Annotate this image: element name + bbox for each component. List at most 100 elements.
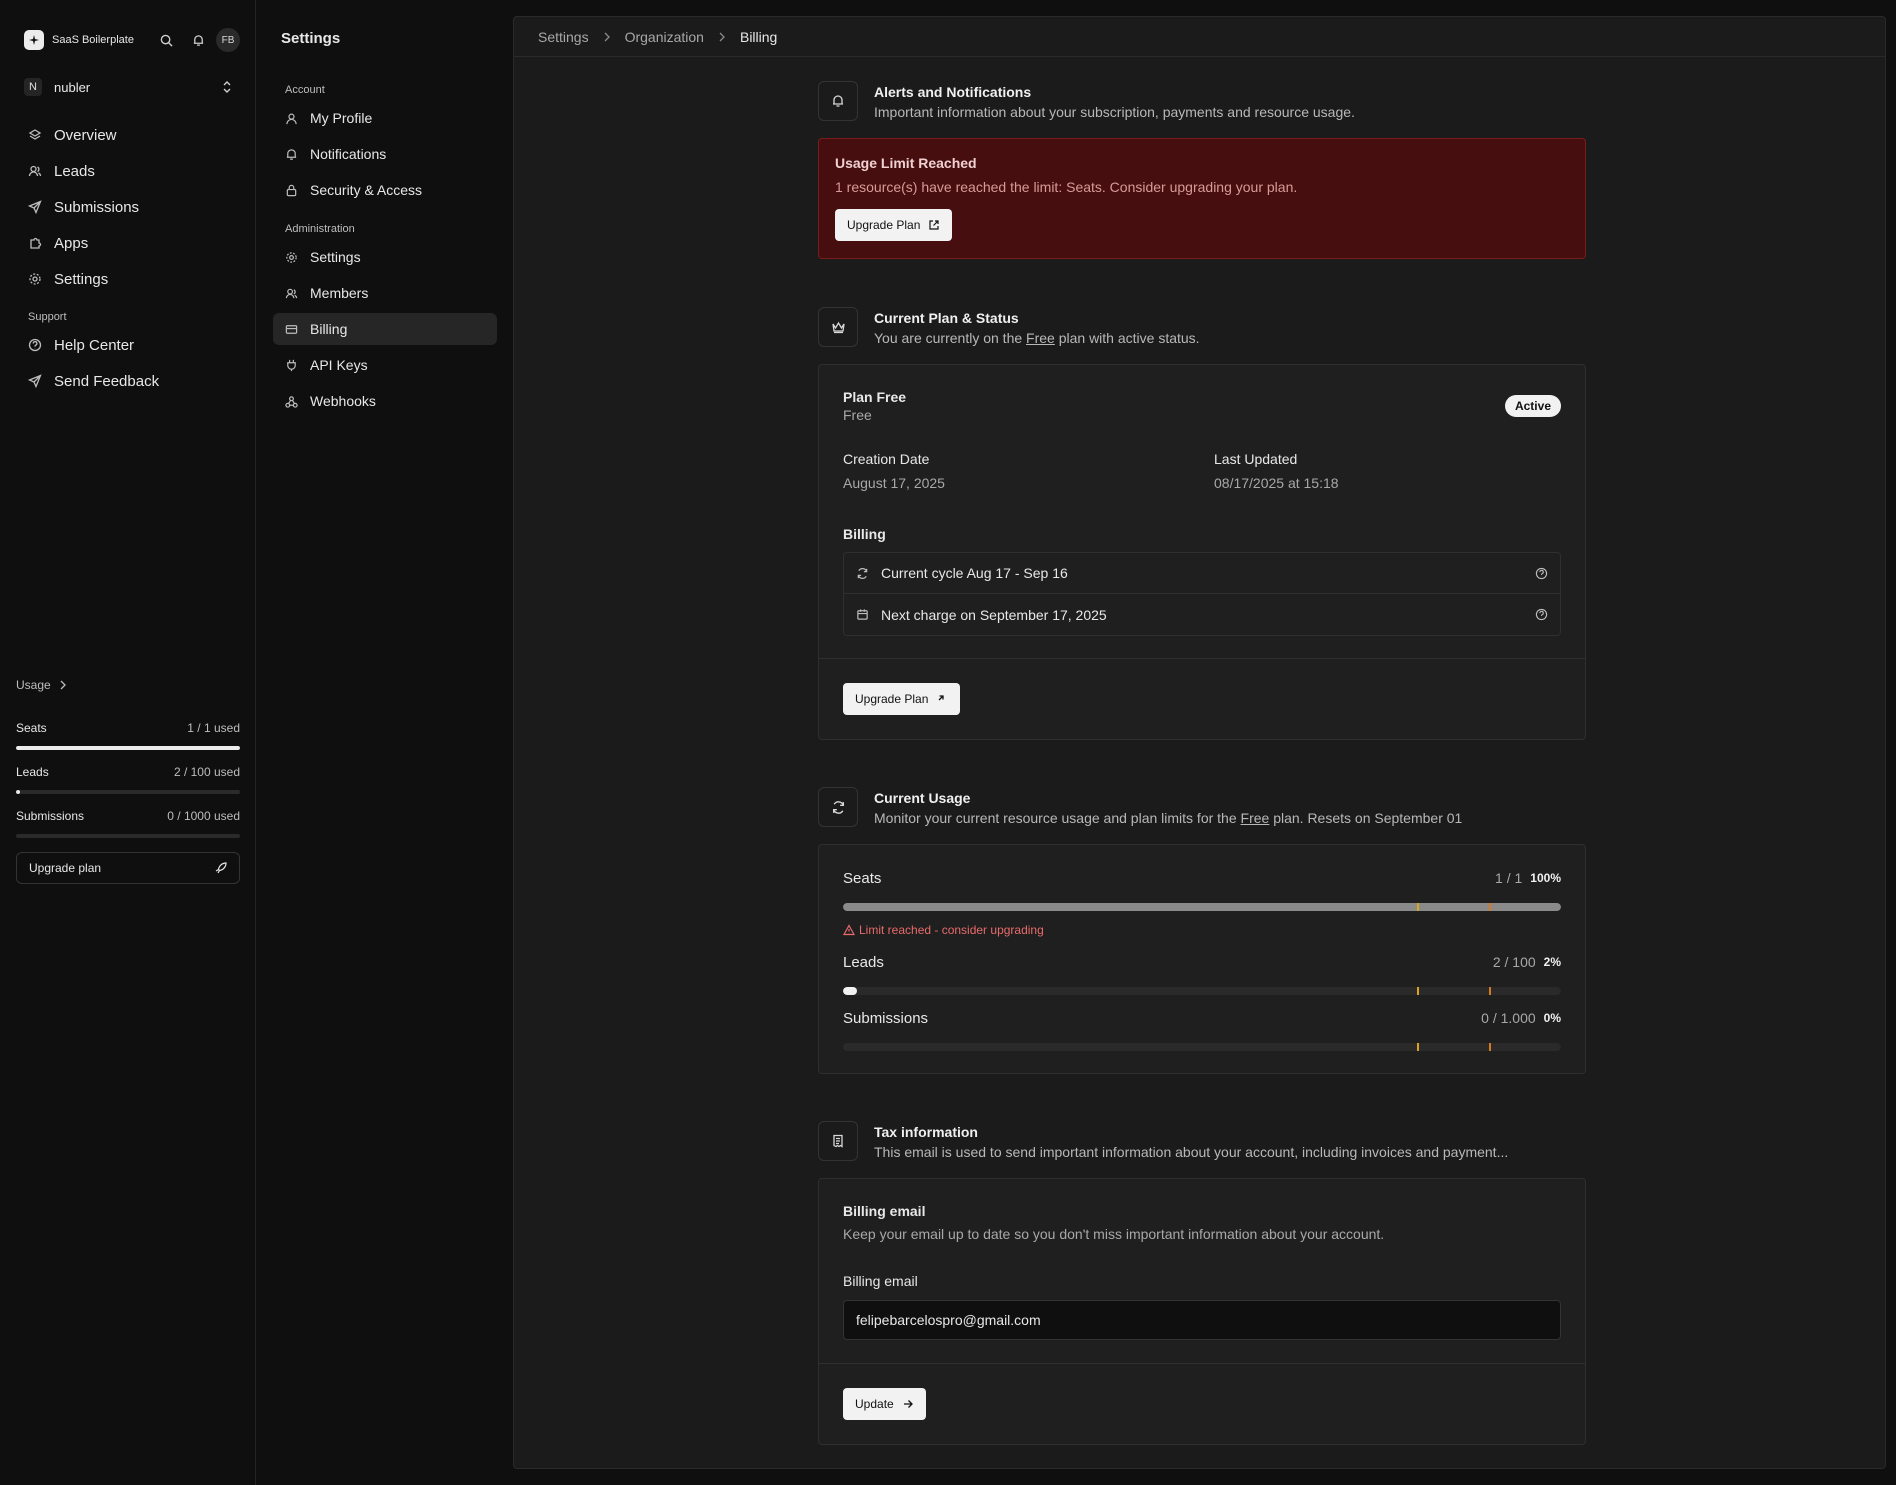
users-icon: [285, 287, 298, 300]
subtitle-text: Monitor your current resource usage and …: [874, 810, 1241, 826]
billing-cycle-text: Current cycle Aug 17 - Sep 16: [881, 565, 1068, 581]
arrow-up-right-icon: [936, 693, 948, 705]
org-switcher[interactable]: N nubler: [16, 74, 240, 100]
nav-item-settings[interactable]: Settings: [16, 261, 240, 297]
usage-progress: [16, 790, 240, 794]
nav-item-apps[interactable]: Apps: [16, 225, 240, 261]
usage-percent: 0%: [1543, 1011, 1561, 1025]
nav-item-label: Apps: [54, 234, 89, 252]
chevron-right-icon: [604, 32, 610, 41]
billing-email-field[interactable]: felipebarcelospro@gmail.com: [843, 1300, 1561, 1340]
limit-warning-text: Limit reached - consider upgrading: [859, 923, 1044, 937]
usage-progress-fill: [16, 746, 240, 750]
settings-item-notifications[interactable]: Notifications: [273, 138, 497, 170]
avatar[interactable]: FB: [216, 28, 240, 52]
usage-label: Leads: [16, 765, 49, 779]
settings-item-my-profile[interactable]: My Profile: [273, 102, 497, 134]
rocket-icon: [215, 862, 227, 874]
usage-progress: [843, 1043, 1561, 1051]
nav-item-help-center[interactable]: Help Center: [16, 327, 240, 363]
help-circle-icon: [28, 338, 42, 352]
puzzle-icon: [28, 236, 42, 250]
plan-tier: Free: [843, 407, 872, 423]
settings-item-label: Members: [310, 285, 369, 301]
nav-item-overview[interactable]: Overview: [16, 117, 240, 153]
search-icon[interactable]: [156, 30, 176, 50]
gear-icon: [28, 272, 42, 286]
usage-label: Submissions: [843, 1009, 929, 1027]
alert-upgrade-plan-button[interactable]: Upgrade Plan: [835, 209, 953, 241]
section-title: Current Usage: [874, 790, 971, 806]
usage-count: 0 / 1.000: [1481, 1010, 1536, 1026]
webhook-icon: [285, 395, 298, 408]
settings-title: Settings: [281, 30, 341, 47]
settings-item-billing[interactable]: Billing: [273, 313, 497, 345]
usage-value: 0 / 1000 used: [167, 809, 240, 823]
bell-icon[interactable]: [188, 30, 208, 50]
receipt-icon: [818, 1121, 858, 1161]
org-name: nubler: [54, 79, 91, 95]
button-label: Update: [855, 1397, 894, 1411]
help-circle-icon[interactable]: [1535, 567, 1548, 580]
settings-item-api-keys[interactable]: API Keys: [273, 349, 497, 381]
settings-item-webhooks[interactable]: Webhooks: [273, 385, 497, 417]
usage-heading-label: Usage: [16, 678, 51, 692]
plan-link[interactable]: Free: [1241, 810, 1270, 826]
app-logo-icon[interactable]: [24, 30, 44, 50]
upgrade-plan-label: Upgrade plan: [29, 861, 102, 875]
subtitle-text: You are currently on the: [874, 330, 1027, 346]
usage-label: Seats: [16, 721, 47, 735]
usage-percent: 100%: [1530, 871, 1561, 885]
arrow-right-icon: [902, 1398, 914, 1410]
billing-cycle-row: Current cycle Aug 17 - Sep 16: [844, 553, 1560, 594]
usage-value: 2 / 100 used: [173, 765, 240, 779]
plug-icon: [285, 359, 298, 372]
main-nav: Overview Leads Submissions Apps Settings…: [16, 117, 240, 399]
usage-percent: 2%: [1543, 955, 1561, 969]
section-title: Current Plan & Status: [874, 310, 1019, 326]
nav-item-label: Submissions: [54, 198, 140, 216]
nav-item-label: Overview: [54, 126, 117, 144]
settings-item-security-access[interactable]: Security & Access: [273, 174, 497, 206]
refresh-icon: [818, 787, 858, 827]
settings-item-label: Security & Access: [310, 182, 423, 198]
usage-item-leads: Leads 2 / 100 used: [16, 764, 240, 794]
billing-label: Billing: [843, 526, 886, 542]
nav-item-leads[interactable]: Leads: [16, 153, 240, 189]
settings-item-members[interactable]: Members: [273, 277, 497, 309]
plan-section-header: Current Plan & Status You are currently …: [818, 307, 1586, 347]
creation-date-label: Creation Date: [843, 451, 930, 467]
nav-section-support: Support: [28, 311, 67, 323]
update-button[interactable]: Update: [843, 1388, 926, 1420]
upgrade-plan-button[interactable]: Upgrade plan: [16, 852, 240, 884]
nav-item-submissions[interactable]: Submissions: [16, 189, 240, 225]
settings-item-settings[interactable]: Settings: [273, 241, 497, 273]
sidebar-header: SaaS Boilerplate FB: [24, 28, 240, 52]
usage-label: Seats: [843, 869, 882, 887]
card-description: Keep your email up to date so you don't …: [843, 1226, 1385, 1242]
user-icon: [285, 112, 298, 125]
next-charge-text: Next charge on September 17, 2025: [881, 606, 1107, 623]
usage-label: Submissions: [16, 809, 85, 823]
chevron-right-icon: [719, 32, 725, 41]
calendar-icon: [856, 608, 869, 621]
plan-upgrade-button[interactable]: Upgrade Plan: [843, 683, 961, 715]
alerts-section-header: Alerts and Notifications Important infor…: [818, 81, 1586, 121]
nav-item-send-feedback[interactable]: Send Feedback: [16, 363, 240, 399]
app-brand: SaaS Boilerplate: [52, 34, 134, 46]
button-label: Upgrade Plan: [847, 218, 921, 232]
layers-icon: [28, 128, 42, 142]
breadcrumb-organization[interactable]: Organization: [625, 29, 704, 45]
section-title: Tax information: [874, 1124, 978, 1140]
section-subtitle: This email is used to send important inf…: [874, 1144, 1509, 1160]
usage-row-seats: Seats 1 / 1 100% Limit reached - conside…: [843, 869, 1561, 937]
threshold-marker: [1489, 987, 1492, 995]
breadcrumb-settings[interactable]: Settings: [538, 29, 589, 45]
usage-progress: [843, 987, 1561, 995]
crown-icon: [818, 307, 858, 347]
usage-heading[interactable]: Usage: [16, 678, 67, 692]
threshold-marker: [1417, 1043, 1420, 1051]
plan-link[interactable]: Free: [1026, 330, 1055, 346]
section-subtitle: Important information about your subscri…: [874, 104, 1355, 120]
help-circle-icon[interactable]: [1535, 608, 1548, 621]
